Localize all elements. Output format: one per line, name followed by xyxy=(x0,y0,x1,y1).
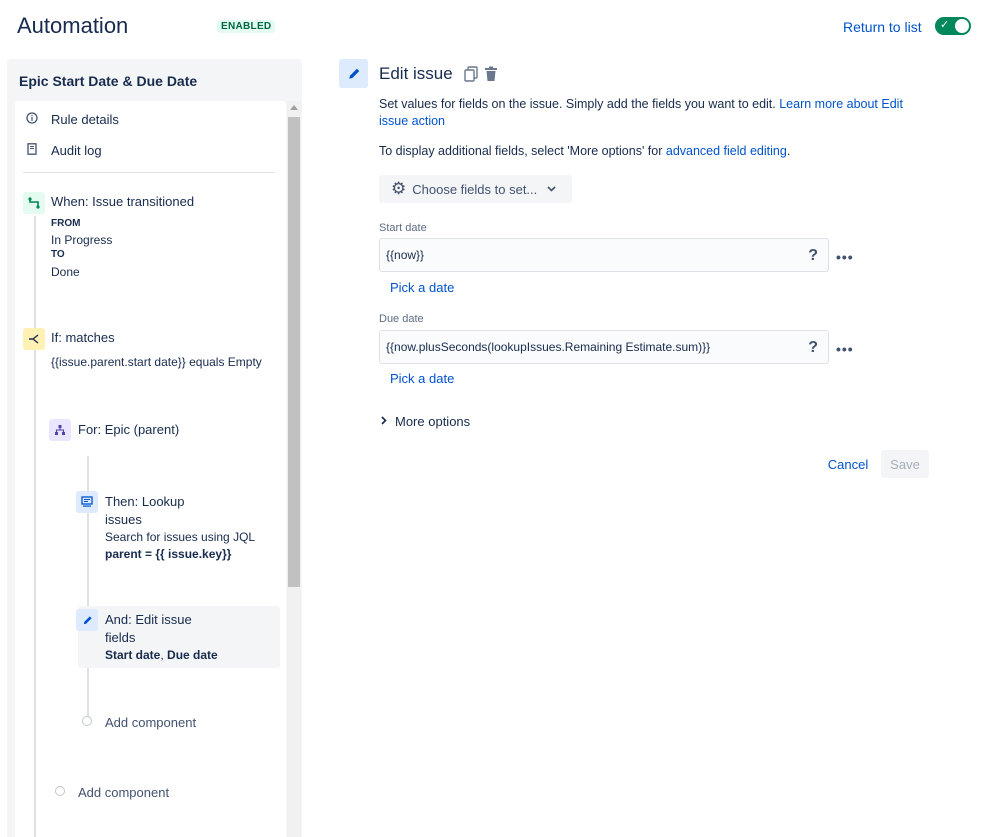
edit-field-start: Start date xyxy=(105,648,161,662)
condition-component[interactable]: If: matches xyxy=(51,329,115,346)
trigger-to-label: TO xyxy=(51,249,65,260)
lookup-icon xyxy=(76,491,98,513)
cancel-button[interactable]: Cancel xyxy=(821,450,875,478)
more-actions-icon[interactable]: ••• xyxy=(836,341,854,357)
toggle-knob xyxy=(955,19,969,33)
start-date-pick-link[interactable]: Pick a date xyxy=(390,280,454,295)
nav-rule-details-label: Rule details xyxy=(51,112,119,127)
trigger-icon xyxy=(23,192,45,214)
add-component-dot xyxy=(55,786,65,796)
lookup-component-line2: issues xyxy=(105,512,142,527)
choose-fields-label: Choose fields to set... xyxy=(412,181,538,197)
advanced-field-editing-link[interactable]: advanced field editing xyxy=(666,144,787,158)
main-flow-line xyxy=(34,216,36,837)
nav-audit-log[interactable]: Audit log xyxy=(25,143,102,158)
start-date-value: {{now}} xyxy=(386,248,425,262)
edit-component-line2: fields xyxy=(105,630,136,645)
add-component-inner-button[interactable]: Add component xyxy=(105,715,196,730)
edit-pencil-icon xyxy=(76,609,98,631)
branch-icon xyxy=(49,419,71,441)
info-icon xyxy=(25,112,39,127)
rule-name: Epic Start Date & Due Date xyxy=(19,73,198,89)
trigger-from-label: FROM xyxy=(51,218,81,229)
due-date-label: Due date xyxy=(379,313,424,325)
add-component-dot xyxy=(82,716,92,726)
edit-pencil-icon xyxy=(339,59,368,88)
lookup-component[interactable]: Then: Lookup xyxy=(105,493,185,510)
help-icon[interactable]: ? xyxy=(808,339,818,357)
more-actions-icon[interactable]: ••• xyxy=(836,249,854,265)
save-button[interactable]: Save xyxy=(881,450,929,478)
edit-component-fields: Start date, Due date xyxy=(105,647,218,663)
condition-detail: {{issue.parent.start date}} equals Empty xyxy=(51,355,262,369)
return-to-list-link[interactable]: Return to list xyxy=(843,19,922,35)
choose-fields-button[interactable]: ⚙ Choose fields to set... xyxy=(379,175,572,203)
editor-description-advanced: To display additional fields, select 'Mo… xyxy=(379,144,791,158)
more-options-toggle[interactable]: More options xyxy=(381,414,470,429)
due-date-input[interactable]: {{now.plusSeconds(lookupIssues.Remaining… xyxy=(379,330,829,364)
scroll-up-arrow-icon[interactable] xyxy=(290,105,298,110)
rule-sidebar: Epic Start Date & Due Date Rule details … xyxy=(7,59,302,837)
trash-icon[interactable] xyxy=(484,66,498,82)
copy-icon[interactable] xyxy=(464,66,478,82)
nav-rule-details[interactable]: Rule details xyxy=(25,112,119,127)
more-options-label: More options xyxy=(395,414,471,429)
trigger-to-value: Done xyxy=(51,265,80,279)
due-date-value: {{now.plusSeconds(lookupIssues.Remaining… xyxy=(386,340,711,354)
page-title: Automation xyxy=(17,13,129,38)
editor-description: Set values for fields on the issue. Simp… xyxy=(379,97,903,128)
condition-icon xyxy=(23,328,45,350)
chevron-down-icon xyxy=(547,184,556,195)
gear-icon: ⚙ xyxy=(391,179,407,198)
due-date-pick-link[interactable]: Pick a date xyxy=(390,371,454,386)
trigger-component[interactable]: When: Issue transitioned xyxy=(51,193,194,210)
help-icon[interactable]: ? xyxy=(808,247,818,265)
start-date-input[interactable]: {{now}} ? xyxy=(379,238,829,272)
trigger-from-value: In Progress xyxy=(51,233,113,247)
lookup-detail: Search for issues using JQL xyxy=(105,530,256,544)
edit-component[interactable]: And: Edit issue xyxy=(105,611,192,628)
nav-audit-log-label: Audit log xyxy=(51,143,102,158)
branch-component[interactable]: For: Epic (parent) xyxy=(78,421,179,438)
scroll-thumb[interactable] xyxy=(288,117,300,587)
start-date-label: Start date xyxy=(379,222,427,234)
chevron-right-icon xyxy=(381,415,387,428)
edit-field-due: Due date xyxy=(167,648,218,662)
add-component-outer-button[interactable]: Add component xyxy=(78,785,169,800)
check-icon: ✓ xyxy=(940,19,950,31)
document-icon xyxy=(25,143,39,158)
rule-enabled-toggle[interactable]: ✓ xyxy=(935,17,971,35)
sidebar-scrollbar[interactable] xyxy=(287,101,301,837)
lookup-jql: parent = {{ issue.key}} xyxy=(105,547,232,561)
rule-component-list: Rule details Audit log When: Issue trans… xyxy=(15,101,286,837)
editor-title: Edit issue xyxy=(379,64,453,83)
nav-divider xyxy=(23,172,275,173)
status-badge: ENABLED xyxy=(217,20,276,33)
